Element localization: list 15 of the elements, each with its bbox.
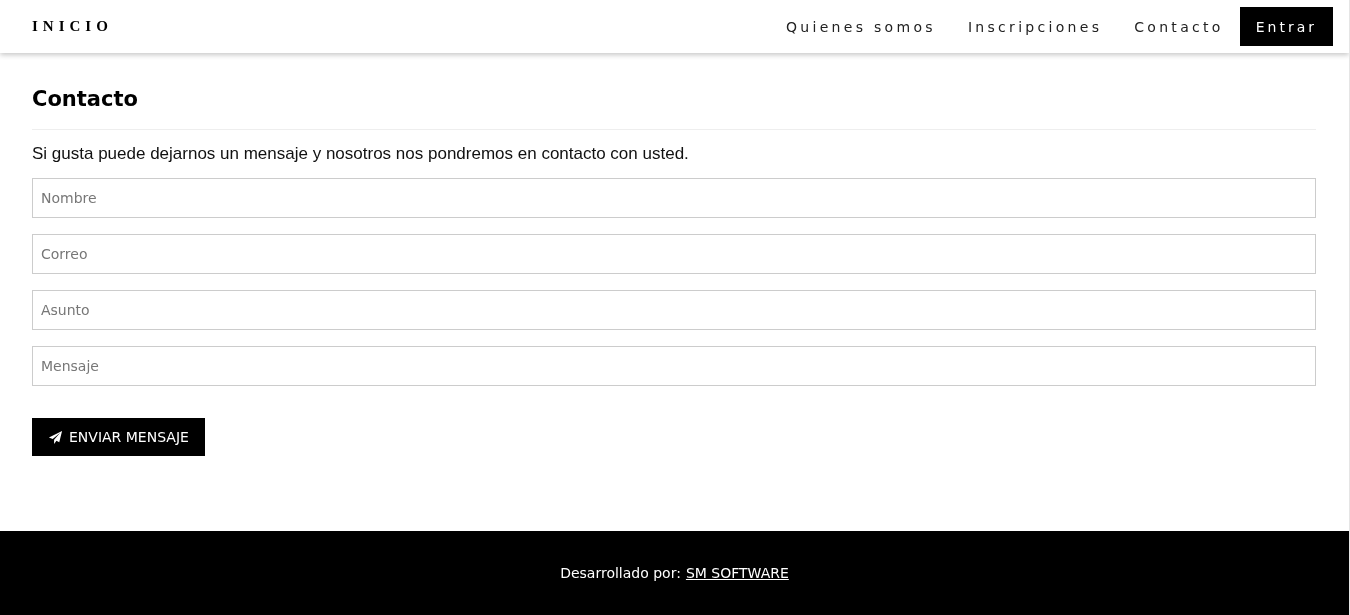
input-field[interactable]: Correo	[32, 234, 1316, 274]
page-title: Contacto	[32, 83, 1316, 130]
brand-link[interactable]: INICIO	[32, 18, 113, 35]
send-button[interactable]: ENVIAR MENSAJE	[32, 418, 205, 456]
credit-text: Desarrollado por:	[560, 565, 681, 581]
paper-plane-icon	[48, 429, 63, 445]
intro-text: Si gusta puede dejarnos un mensaje y nosotros nos pondremos en contacto con usted.	[32, 143, 690, 165]
company-link[interactable]: SM SOFTWARE	[685, 565, 789, 581]
login-button[interactable]: Entrar	[1239, 7, 1333, 46]
nav-link[interactable]: Inscripciones	[951, 10, 1119, 43]
input-field[interactable]: Asunto	[32, 290, 1316, 330]
input-field[interactable]: Mensaje	[32, 346, 1316, 386]
nav-link[interactable]: Contacto	[1118, 10, 1240, 43]
nav-link[interactable]: Quienes somos	[770, 10, 952, 43]
input-field[interactable]: Nombre	[32, 178, 1316, 218]
